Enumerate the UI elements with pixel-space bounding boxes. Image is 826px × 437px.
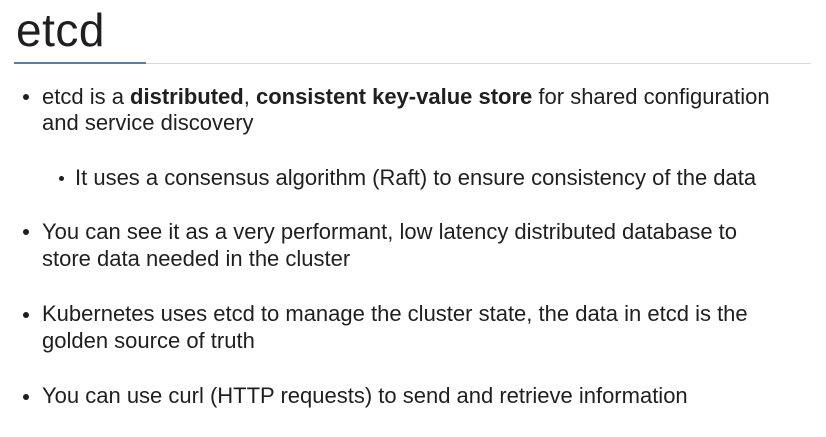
bullet-text-line: Kubernetes uses etcd to manage the clust… [42,301,748,326]
bullet-text-line: golden source of truth [42,328,255,353]
bullet-list: etcd is a distributed, consistent key-va… [0,0,826,437]
bullet-dot-icon [23,94,29,100]
bullet-text-line: and service discovery [42,110,254,135]
bullet-text-line: You can use curl (HTTP requests) to send… [42,383,688,408]
bullet-text-line: store data needed in the cluster [42,246,351,271]
bullet-text-segment: , [243,84,256,109]
bullet-text-segment: for shared configuration [532,84,770,109]
sub-bullet-text-line: It uses a consensus algorithm (Raft) to … [75,165,757,190]
bullet-text-segment: etcd is a [42,84,131,109]
bullet-bold-text: distributed [130,84,244,109]
bullet-bold-text: consistent key-value store [255,84,533,109]
sub-bullet-dot-icon [59,176,64,181]
bullet-text-line: You can see it as a very performant, low… [42,219,738,244]
bullet-dot-icon [23,229,29,235]
bullet-text-line: etcd is a distributed, consistent key-va… [42,83,770,110]
bullet-dot-icon [23,394,29,400]
bullet-dot-icon [23,312,29,318]
